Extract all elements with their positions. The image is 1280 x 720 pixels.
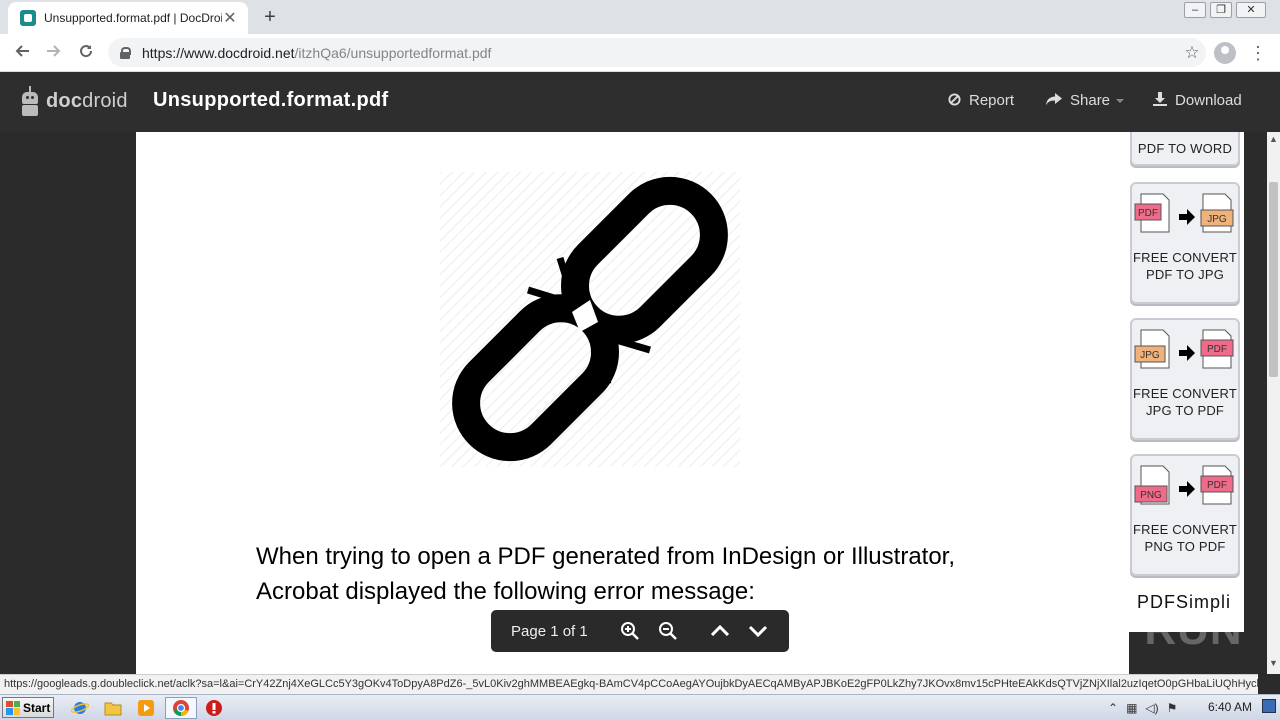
docdroid-header: docdroid Unsupported.format.pdf Report S… [0, 72, 1280, 132]
ad-card-jpg-to-pdf[interactable]: JPG PDF FREE CONVERT JPG TO PDF [1130, 318, 1240, 440]
ad-card-pdf-to-jpg[interactable]: PDF JPG FREE CONVERT PDF TO JPG [1130, 182, 1240, 304]
download-label: Download [1175, 92, 1242, 109]
pdf-to-jpg-icon: PDF JPG [1134, 193, 1234, 233]
svg-text:PDF: PDF [1207, 344, 1227, 355]
address-bar[interactable]: https://www.docdroid.net/itzhQa6/unsuppo… [108, 38, 1206, 67]
lock-icon [120, 47, 131, 59]
zoom-out-icon[interactable] [649, 616, 687, 646]
network-icon[interactable]: ▦ [1126, 701, 1137, 715]
browser-tab[interactable]: Unsupported.format.pdf | DocDroid ✕ [8, 2, 248, 34]
scroll-up-arrow-icon[interactable]: ▲ [1267, 134, 1280, 148]
browser-menu-icon[interactable]: ⋮ [1248, 40, 1268, 66]
volume-icon[interactable]: ◁) [1145, 701, 1158, 715]
tab-title: Unsupported.format.pdf | DocDroid [44, 11, 222, 25]
scroll-down-arrow-icon[interactable]: ▼ [1267, 658, 1280, 672]
browser-tab-strip: Unsupported.format.pdf | DocDroid ✕ + – … [0, 0, 1280, 34]
page-indicator: Page 1 of 1 [511, 622, 588, 640]
bookmark-star-icon[interactable]: ☆ [1178, 43, 1206, 63]
internet-explorer-icon[interactable] [68, 698, 92, 718]
tray-expand-icon[interactable]: ⌃ [1108, 701, 1118, 715]
restore-window-button[interactable]: ❐ [1210, 2, 1232, 18]
document-viewer[interactable]: When trying to open a PDF generated from… [0, 132, 1267, 674]
ad-sidebar[interactable]: PDF TO WORD PDF JPG FREE CONVERT PDF TO … [1129, 132, 1244, 632]
scrollbar-thumb[interactable] [1269, 182, 1278, 377]
robot-logo-icon [20, 86, 40, 116]
viewer-scrollbar[interactable]: ▲ ▼ [1267, 132, 1280, 674]
url-text: https://www.docdroid.net/itzhQa6/unsuppo… [142, 44, 492, 61]
share-caret-icon [1116, 98, 1125, 103]
svg-text:PDF: PDF [1207, 480, 1227, 491]
show-desktop-button[interactable] [1262, 699, 1276, 713]
document-body-text: When trying to open a PDF generated from… [256, 539, 1016, 609]
new-tab-button[interactable]: + [258, 4, 282, 30]
media-player-icon[interactable] [134, 698, 158, 718]
ad-card-png-to-pdf[interactable]: PNG PDF FREE CONVERT PNG TO PDF [1130, 454, 1240, 576]
reload-icon[interactable] [72, 40, 100, 66]
anyrun-watermark: ANY RUN [1036, 605, 1243, 654]
chrome-taskbar-button[interactable] [165, 697, 197, 719]
page-controls: Page 1 of 1 [491, 610, 789, 652]
report-label: Report [969, 92, 1015, 109]
file-explorer-icon[interactable] [101, 698, 125, 718]
close-window-button[interactable]: ✕ [1236, 2, 1266, 18]
windows-taskbar: Start ⌃ ▦ ◁) ⚑ 6:40 AM [0, 694, 1280, 720]
back-arrow-icon[interactable] [8, 40, 36, 66]
document-text-line: When trying to open a PDF generated from… [256, 543, 956, 570]
jpg-to-pdf-icon: JPG PDF [1134, 329, 1234, 369]
download-icon [1153, 92, 1167, 109]
docdroid-logo[interactable]: docdroid [20, 86, 128, 116]
document-text-line: Acrobat displayed the following error me… [256, 578, 755, 605]
windows-flag-icon [6, 700, 20, 715]
document-title: Unsupported.format.pdf [153, 89, 389, 111]
docdroid-favicon-icon [20, 10, 36, 26]
minimize-window-button[interactable]: – [1184, 2, 1206, 18]
action-center-flag-icon[interactable]: ⚑ [1167, 701, 1178, 715]
opera-icon[interactable] [202, 698, 226, 718]
svg-text:PNG: PNG [1140, 490, 1162, 501]
profile-avatar-icon[interactable] [1214, 42, 1236, 64]
svg-text:PDF: PDF [1138, 208, 1158, 219]
close-tab-icon[interactable]: ✕ [222, 8, 238, 28]
start-button[interactable]: Start [2, 697, 54, 718]
report-ban-icon [948, 92, 961, 109]
svg-text:JPG: JPG [1207, 214, 1227, 225]
system-tray: ⌃ ▦ ◁) ⚑ [1108, 698, 1185, 718]
browser-toolbar: https://www.docdroid.net/itzhQa6/unsuppo… [0, 34, 1280, 72]
png-to-pdf-icon: PNG PDF [1134, 465, 1234, 505]
forward-arrow-icon[interactable] [40, 40, 68, 66]
previous-page-chevron-up-icon[interactable] [701, 616, 739, 646]
zoom-in-icon[interactable] [611, 616, 649, 646]
screen: Unsupported.format.pdf | DocDroid ✕ + – … [0, 0, 1280, 720]
broken-link-icon [440, 172, 740, 467]
download-button[interactable]: Download [1153, 92, 1242, 109]
taskbar-clock[interactable]: 6:40 AM [1208, 700, 1252, 714]
report-button[interactable]: Report [948, 92, 1014, 109]
next-page-chevron-down-icon[interactable] [739, 616, 777, 646]
share-label: Share [1070, 92, 1111, 109]
pdf-page: When trying to open a PDF generated from… [136, 132, 1129, 674]
ad-card-pdf-to-word[interactable]: PDF TO WORD [1130, 132, 1240, 166]
svg-text:JPG: JPG [1140, 350, 1160, 361]
share-button[interactable]: Share [1046, 92, 1125, 109]
link-status-bar: https://googleads.g.doubleclick.net/aclk… [0, 674, 1258, 694]
share-arrow-icon [1046, 92, 1062, 109]
